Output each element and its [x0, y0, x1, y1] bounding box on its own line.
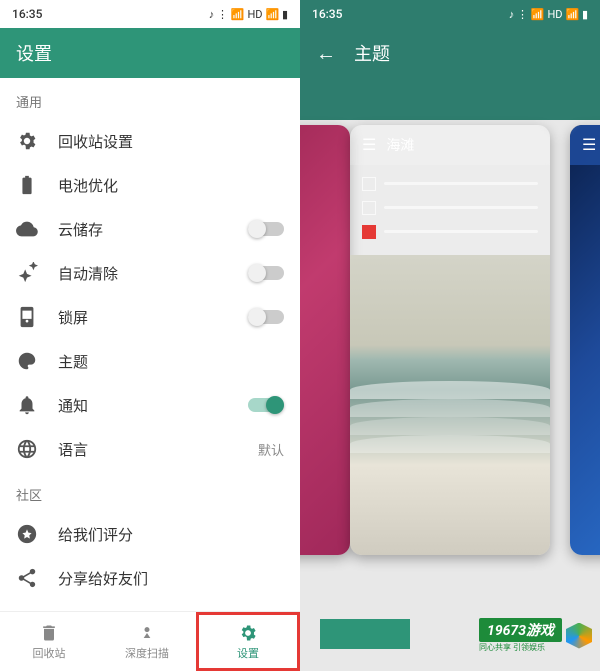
folder-icon	[362, 225, 376, 239]
nav-label: 回收站	[33, 645, 66, 661]
label: 自动清除	[58, 263, 228, 284]
item-notify[interactable]: 通知	[0, 383, 300, 427]
bottom-nav: 回收站 深度扫描 设置	[0, 611, 300, 671]
status-icons: ♪ ⋮ 📶 HD 📶 ▮	[509, 8, 588, 21]
theme-card-current[interactable]: ☰ 海滩	[350, 125, 550, 555]
theme-card-prev[interactable]	[300, 125, 350, 555]
theme-card-next[interactable]: ☰	[570, 125, 600, 555]
nav-label: 设置	[237, 645, 259, 661]
item-language[interactable]: 语言 默认	[0, 427, 300, 471]
header: ← 主题	[300, 28, 600, 78]
palette-icon	[16, 350, 38, 372]
nav-label: 深度扫描	[125, 645, 169, 661]
section-general: 通用	[0, 78, 300, 119]
theme-card-body	[350, 165, 550, 255]
label: 分享给好友们	[58, 568, 284, 589]
settings-screen: 16:35 ♪ ⋮ 📶 HD 📶 ▮ 设置 通用 回收站设置 电池优化 云储存 …	[0, 0, 300, 671]
item-lock[interactable]: 锁屏	[0, 295, 300, 339]
label: 回收站设置	[58, 131, 284, 152]
theme-card-header: ☰ 海滩	[350, 125, 550, 165]
status-bar: 16:35 ♪ ⋮ 📶 HD 📶 ▮	[300, 0, 600, 28]
status-time: 16:35	[12, 7, 42, 21]
watermark-sub: 同心共享 引领娱乐	[479, 642, 562, 653]
sparkle-icon	[16, 262, 38, 284]
label: 电池优化	[58, 175, 284, 196]
trash-icon	[39, 623, 59, 643]
nav-deepscan[interactable]: 深度扫描	[98, 612, 196, 671]
page-title: 设置	[16, 40, 52, 66]
sound-icon	[362, 201, 376, 215]
status-bar: 16:35 ♪ ⋮ 📶 HD 📶 ▮	[0, 0, 300, 28]
scan-icon	[137, 623, 157, 643]
cube-icon	[566, 623, 592, 649]
item-rate[interactable]: 给我们评分	[0, 512, 300, 556]
label: 通知	[58, 395, 228, 416]
globe-icon	[16, 438, 38, 460]
status-time: 16:35	[312, 7, 342, 21]
bell-icon	[16, 394, 38, 416]
header: 设置	[0, 28, 300, 78]
theme-name: 海滩	[386, 135, 414, 155]
item-share[interactable]: 分享给好友们	[0, 556, 300, 600]
toggle-autoclean[interactable]	[248, 266, 284, 280]
watermark: 19673游戏 同心共享 引领娱乐	[479, 618, 592, 653]
item-battery[interactable]: 电池优化	[0, 163, 300, 207]
apply-theme-button[interactable]	[320, 619, 410, 649]
label: 语言	[58, 439, 238, 460]
section-community: 社区	[0, 471, 300, 512]
label: 云储存	[58, 219, 228, 240]
lock-icon	[16, 306, 38, 328]
menu-icon: ☰	[582, 135, 596, 154]
theme-preview-image	[350, 255, 550, 555]
item-recycle-settings[interactable]: 回收站设置	[0, 119, 300, 163]
menu-icon: ☰	[362, 135, 376, 154]
item-cloud[interactable]: 云储存	[0, 207, 300, 251]
battery-icon	[16, 174, 38, 196]
item-theme[interactable]: 主题	[0, 339, 300, 383]
file-icon	[362, 177, 376, 191]
share-icon	[16, 567, 38, 589]
theme-carousel[interactable]: ☰ ☰ 海滩	[300, 78, 600, 601]
page-title: 主题	[354, 40, 390, 66]
status-icons: ♪ ⋮ 📶 HD 📶 ▮	[209, 8, 288, 21]
label: 主题	[58, 351, 284, 372]
label: 锁屏	[58, 307, 228, 328]
item-autoclean[interactable]: 自动清除	[0, 251, 300, 295]
nav-recycle[interactable]: 回收站	[0, 612, 98, 671]
gear-icon	[16, 130, 38, 152]
cloud-icon	[16, 218, 38, 240]
back-arrow-icon[interactable]: ←	[316, 41, 336, 66]
watermark-text: 19673游戏	[479, 618, 562, 642]
theme-screen: 16:35 ♪ ⋮ 📶 HD 📶 ▮ ← 主题 ☰ ☰ 海滩	[300, 0, 600, 671]
label: 给我们评分	[58, 524, 284, 545]
language-value: 默认	[258, 440, 284, 459]
toggle-lock[interactable]	[248, 310, 284, 324]
star-icon	[16, 523, 38, 545]
gear-icon	[238, 623, 258, 643]
nav-settings[interactable]: 设置	[196, 612, 300, 671]
toggle-notify[interactable]	[248, 398, 284, 412]
toggle-cloud[interactable]	[248, 222, 284, 236]
